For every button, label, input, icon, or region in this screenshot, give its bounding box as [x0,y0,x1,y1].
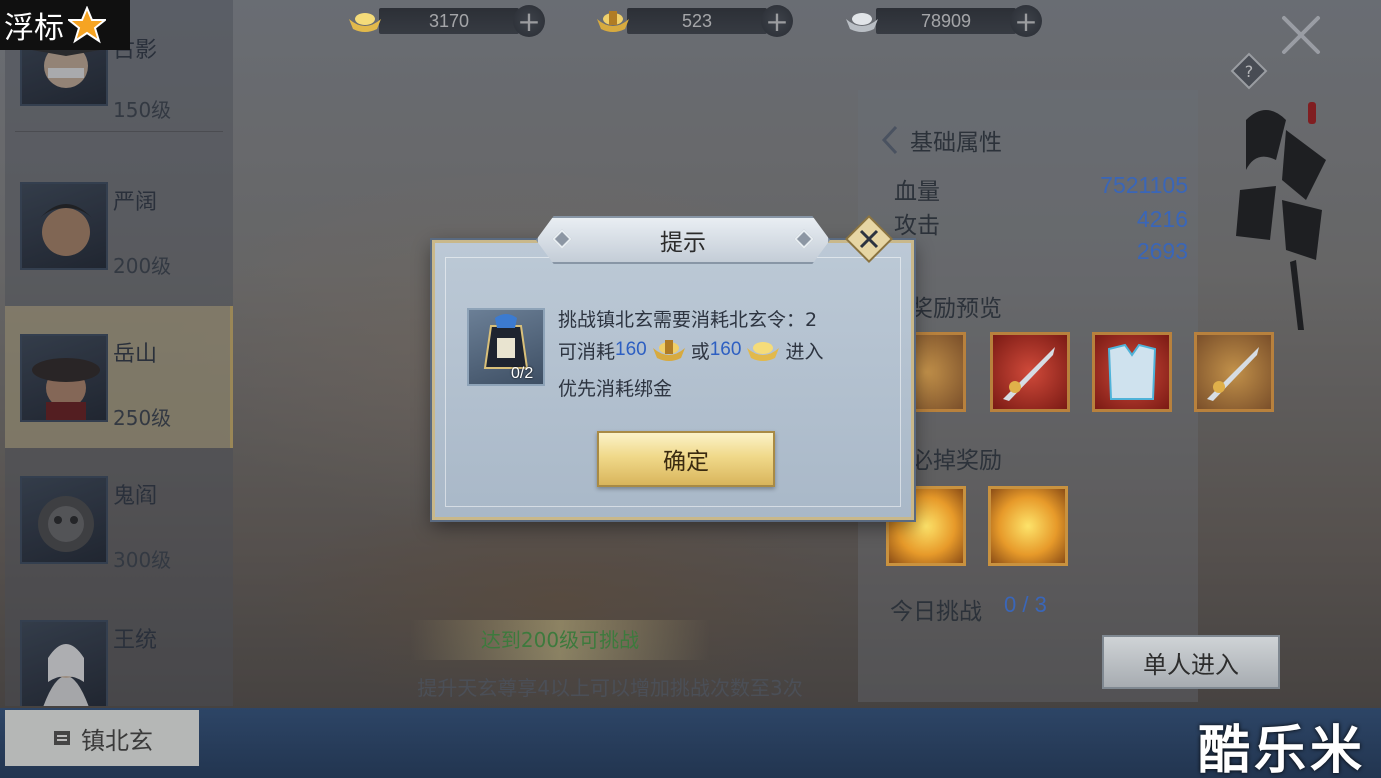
reward-item-sword-2[interactable] [1194,332,1274,412]
token-count: 0/2 [511,365,534,382]
attr-value: 2693 [1136,238,1188,264]
floating-badge[interactable]: 浮标 [0,0,130,50]
sword-icon [1207,347,1259,401]
chestplate-icon [1107,343,1157,400]
dialog-title: 提示 [536,216,830,264]
gold-ingot-icon [747,342,780,361]
sword-icon [1003,347,1055,401]
cost-amount: 160 [615,339,647,360]
silver-ingot-icon [846,13,878,32]
attr-value: 7521105 [1100,172,1188,198]
dialog-message-line2: 可消耗 160 或 160 进入 [558,336,823,364]
attr-attack: 攻击 4216 [894,206,1188,240]
tab-zhenbeixuan[interactable]: 镇北玄 [5,710,199,766]
watermark: 酷乐米 [1198,721,1367,778]
today-challenge-label: 今日挑战 [890,599,982,625]
basic-attributes-header: 基础属性 [880,120,1140,160]
cost-amount: 160 [709,339,742,360]
reward-preview-header: 奖励预览 [910,286,1170,326]
dialog-close-icon[interactable] [842,212,896,266]
message-text: 可消耗 [558,340,616,363]
beixuan-token-slot[interactable] [467,308,545,386]
message-text: 挑战镇北玄需要消耗北玄令：2 [558,309,818,331]
confirm-button[interactable]: 确定 [597,431,775,487]
dialog-message-line3: 优先消耗绑金 [558,374,672,401]
floating-badge-label: 浮标 [4,11,64,46]
drop-rewards-header: 必掉奖励 [910,438,1170,478]
attr-defense: 御 2693 [894,238,1188,272]
tab-label: 镇北玄 [81,726,153,755]
message-text: 进入 [785,340,824,363]
reward-item-sword[interactable] [990,332,1070,412]
gold-ingot-icon [349,13,381,32]
bound-gold-icon [597,11,629,32]
message-text: 优先消耗绑金 [558,378,673,400]
reward-item-chestplate[interactable] [1092,332,1172,412]
required-level-text: 达到200级可挑战 [410,620,710,660]
upgrade-hint-text: 提升天玄尊享4以上可以增加挑战次数至3次 [417,676,803,700]
solo-enter-button[interactable]: 单人进入 [1102,635,1280,689]
drop-item-2[interactable] [988,486,1068,566]
chevron-left-icon [881,125,898,155]
section-title: 必掉奖励 [910,448,1002,474]
section-title: 奖励预览 [910,296,1002,322]
dialog-message-line1: 挑战镇北玄需要消耗北玄令：2 [558,305,817,332]
today-challenge-value: 0 / 3 [1004,592,1047,617]
star-icon [68,6,106,44]
section-title: 基础属性 [910,130,1002,156]
message-text: 或 [690,340,710,363]
attr-label: 血量 [894,179,940,205]
bottom-bar [0,708,1381,778]
attr-hp: 血量 7521105 [894,172,1188,206]
attr-value: 4216 [1136,206,1188,232]
bound-gold-icon [652,340,685,361]
boss-tab-icon [54,731,70,745]
attr-label: 攻击 [894,213,940,239]
